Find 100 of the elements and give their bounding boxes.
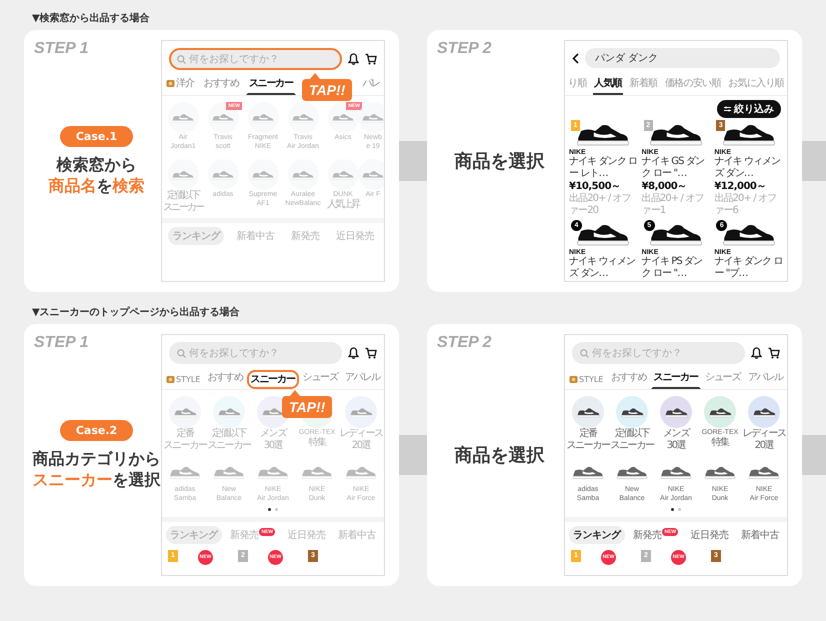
item-label: 20選 <box>754 440 774 451</box>
step-caption: 商品を選択 <box>454 444 544 467</box>
category-tab[interactable]: シューズ <box>702 367 744 389</box>
section-tab[interactable]: ランキング <box>168 227 224 246</box>
shoe-photo <box>208 159 238 190</box>
item-label: 30選 <box>666 440 686 451</box>
search-field[interactable]: パンダ ダンク <box>585 48 780 68</box>
category-tab[interactable]: おすすめ <box>200 73 242 95</box>
shoe-photo <box>358 159 384 190</box>
shoe-photo <box>288 102 318 133</box>
filter-icon <box>724 106 731 112</box>
item-label: スニーカー <box>207 440 250 451</box>
section-tab[interactable]: 新着中古 <box>736 526 783 544</box>
category-tab[interactable]: スニーカー <box>650 367 701 389</box>
step-caption: 商品を選択 <box>454 150 544 173</box>
section-tab[interactable]: 新発売 <box>286 227 324 246</box>
step-label: STEP 1 <box>33 334 89 352</box>
sort-tab[interactable]: 人気順 <box>593 74 623 95</box>
case-title: 商品カテゴリから スニーカーを選択 <box>32 448 160 490</box>
item-label: 人気上昇 <box>327 199 359 211</box>
case-badge: Case.1 <box>60 126 134 147</box>
category-tab[interactable]: STYLE <box>163 372 204 389</box>
product-name: ナイキ PS ダンク ロー "… <box>642 256 704 279</box>
product-meta: 出品20+ / オファー20 <box>569 193 632 216</box>
sort-tab[interactable]: お気に入り順 <box>727 74 785 95</box>
shoe-photo <box>208 102 238 133</box>
shoe-photo <box>572 396 604 428</box>
item-label: 定番 <box>176 428 194 440</box>
shoe-photo <box>660 396 692 428</box>
category-tab[interactable]: シューズ <box>300 367 341 389</box>
shoe-photo <box>248 159 278 190</box>
shoe-photo <box>328 159 358 190</box>
category-tab[interactable]: アパレル <box>744 367 786 389</box>
product-name: ナイキ ダンク ロー レト… <box>569 156 638 179</box>
item-label: メンズ <box>260 428 286 440</box>
category-tab[interactable]: スニーカー <box>246 370 299 389</box>
shoe-photo <box>168 102 198 133</box>
shoe-photo <box>169 396 201 428</box>
search-icon <box>177 54 186 64</box>
tap-callout: TAP!! <box>282 390 332 418</box>
item-label: 定価以下 <box>167 190 199 202</box>
search-placeholder: 何をお探しですか？ <box>189 347 279 360</box>
section-tab[interactable]: ランキング <box>166 526 222 544</box>
shoe-photo <box>328 102 358 133</box>
product-name: ナイキ ウィメンズ ダン… <box>569 256 636 279</box>
section-tab[interactable]: ランキング <box>569 526 625 544</box>
filter-button[interactable]: 絞り込み <box>717 100 781 118</box>
item-label: 30選 <box>264 440 282 451</box>
search-field[interactable]: 何をお探しですか？ <box>169 48 342 70</box>
connector-band <box>802 435 826 475</box>
category-tab[interactable]: スニーカー <box>246 73 296 95</box>
connector-band <box>802 141 826 181</box>
category-tab[interactable]: おすすめ <box>204 367 246 389</box>
item-label: レディース <box>742 428 786 440</box>
step-label: STEP 1 <box>33 40 89 58</box>
section-heading: ▼検索窓から出品する場合 <box>32 12 151 26</box>
shoe-photo <box>288 159 318 190</box>
section-tab[interactable]: 新着中古 <box>232 227 278 246</box>
connector-band <box>399 141 427 181</box>
category-tab[interactable]: パレ <box>359 73 383 95</box>
back-icon <box>572 52 579 64</box>
item-label: スニーカー <box>566 440 610 451</box>
section-tab[interactable]: 近日発売 <box>283 526 330 544</box>
search-placeholder: 何をお探しですか？ <box>592 347 682 360</box>
shoe-photo <box>345 396 377 428</box>
shoe-photo <box>168 159 198 190</box>
sort-tab[interactable]: り順 <box>567 74 588 95</box>
shoe-photo <box>616 396 648 428</box>
bell-icon <box>751 347 762 359</box>
shoe-photo <box>704 396 736 428</box>
item-label: 特集 <box>711 437 729 449</box>
search-icon <box>177 348 186 358</box>
category-tab[interactable]: 洋介 <box>163 73 197 95</box>
step-label: STEP 2 <box>436 40 492 58</box>
product-name: ナイキ GS ダンク ロー "… <box>642 156 706 179</box>
item-label: レディース <box>339 428 382 440</box>
section-tab[interactable]: 新着中古 <box>334 526 380 544</box>
sort-tab[interactable]: 新着順 <box>628 74 658 95</box>
sort-tab[interactable]: 価格の安い順 <box>664 74 722 95</box>
back-button[interactable] <box>572 52 579 64</box>
item-label: 定価以下 <box>212 428 246 440</box>
case-badge: Case.2 <box>60 420 134 441</box>
product-meta: 出品20+ / オファー6 <box>714 193 778 216</box>
search-field[interactable]: 何をお探しですか？ <box>572 342 745 364</box>
cart-icon <box>768 347 780 359</box>
shoe-photo <box>748 396 780 428</box>
cart-icon <box>365 53 377 65</box>
section-tab[interactable]: 近日発売 <box>686 526 732 544</box>
category-tab[interactable]: アパレル <box>342 367 383 389</box>
product-name: ナイキ ウィメンズ ダン… <box>714 156 782 179</box>
category-tab[interactable]: STYLE <box>566 372 606 389</box>
bell-icon <box>348 53 359 65</box>
category-tab[interactable]: おすすめ <box>608 367 650 389</box>
item-label: 特集 <box>308 437 326 449</box>
section-tab[interactable]: 近日発売 <box>332 227 378 246</box>
case-title: 検索窓から 商品名を検索 <box>48 154 144 196</box>
tap-callout: TAP!! <box>302 73 352 101</box>
search-placeholder: 何をお探しですか？ <box>189 53 279 66</box>
search-field[interactable]: 何をお探しですか？ <box>169 342 342 364</box>
section-heading: ▼スニーカーのトップページから出品する場合 <box>32 306 241 320</box>
